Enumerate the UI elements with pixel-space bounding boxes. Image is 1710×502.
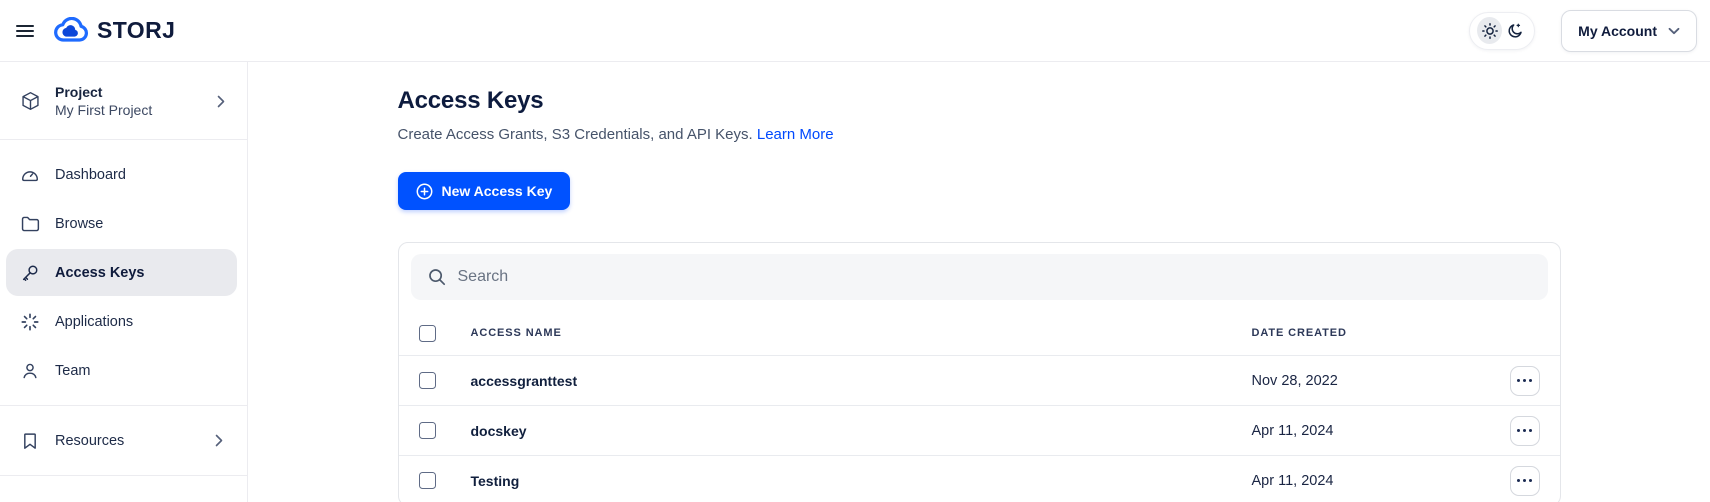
key-icon bbox=[22, 265, 38, 281]
sidebar-divider bbox=[0, 405, 247, 406]
access-name-cell: Testing bbox=[470, 472, 520, 489]
sidebar-item-label: Access Keys bbox=[55, 264, 145, 281]
sidebar-item-label: Dashboard bbox=[55, 166, 126, 183]
my-account-button[interactable]: My Account bbox=[1561, 9, 1697, 52]
learn-more-link[interactable]: Learn More bbox=[757, 126, 834, 143]
row-checkbox[interactable] bbox=[418, 372, 436, 389]
new-access-key-label: New Access Key bbox=[441, 183, 553, 199]
sidebar-item-access-keys[interactable]: Access Keys bbox=[6, 249, 237, 296]
access-keys-card: ACCESS NAME DATE CREATED accessgranttest… bbox=[397, 242, 1561, 502]
sidebar-item-dashboard[interactable]: Dashboard bbox=[6, 151, 237, 198]
table-row[interactable]: Testing Apr 11, 2024 bbox=[398, 455, 1560, 502]
my-account-label: My Account bbox=[1578, 22, 1657, 39]
column-header-access-name: ACCESS NAME bbox=[470, 327, 562, 339]
storj-logo[interactable]: STORJ bbox=[52, 17, 175, 44]
row-more-options-icon[interactable] bbox=[1509, 415, 1540, 446]
sidebar: Project My First Project Dashboard Brows… bbox=[0, 62, 248, 502]
folder-icon bbox=[21, 216, 40, 231]
new-access-key-button[interactable]: New Access Key bbox=[397, 172, 571, 210]
page-title: Access Keys bbox=[397, 87, 544, 114]
chevron-right-icon bbox=[217, 95, 225, 107]
sidebar-divider bbox=[0, 139, 247, 140]
logo-text: STORJ bbox=[97, 17, 176, 43]
theme-toggle bbox=[1469, 11, 1536, 50]
light-mode-sun-icon[interactable] bbox=[1477, 17, 1503, 44]
column-header-date-created: DATE CREATED bbox=[1251, 327, 1347, 339]
chevron-right-icon bbox=[215, 434, 223, 447]
project-label: Project bbox=[55, 84, 103, 100]
dashboard-gauge-icon bbox=[22, 170, 38, 181]
access-name-cell: docskey bbox=[470, 422, 527, 439]
table-row[interactable]: accessgranttest Nov 28, 2022 bbox=[398, 355, 1560, 405]
top-right-controls: My Account bbox=[1469, 9, 1697, 52]
sidebar-item-applications[interactable]: Applications bbox=[6, 298, 237, 345]
select-all-checkbox[interactable] bbox=[418, 324, 436, 342]
sidebar-item-team[interactable]: Team bbox=[6, 347, 237, 394]
team-person-icon bbox=[23, 363, 37, 378]
search-bar bbox=[399, 243, 1560, 311]
storj-cloud-icon bbox=[52, 17, 90, 44]
applications-burst-icon bbox=[21, 312, 39, 331]
date-created-cell: Apr 11, 2024 bbox=[1251, 472, 1334, 489]
bookmark-icon bbox=[24, 432, 36, 449]
sidebar-item-label: Resources bbox=[55, 432, 125, 449]
project-box-icon bbox=[20, 90, 41, 112]
dark-mode-moon-icon[interactable] bbox=[1502, 17, 1527, 44]
sidebar-item-resources[interactable]: Resources bbox=[6, 417, 237, 464]
sidebar-item-label: Browse bbox=[55, 215, 104, 232]
sidebar-item-browse[interactable]: Browse bbox=[6, 200, 237, 247]
chevron-down-icon bbox=[1668, 27, 1680, 34]
sidebar-item-label: Team bbox=[55, 362, 91, 379]
date-created-cell: Apr 11, 2024 bbox=[1251, 422, 1334, 439]
sidebar-divider bbox=[0, 475, 247, 476]
project-name: My First Project bbox=[55, 102, 153, 118]
row-checkbox[interactable] bbox=[418, 422, 436, 439]
row-checkbox[interactable] bbox=[418, 472, 436, 489]
search-input[interactable] bbox=[410, 254, 1548, 300]
page-subtitle: Create Access Grants, S3 Credentials, an… bbox=[397, 126, 834, 143]
brand-area: STORJ bbox=[8, 14, 175, 48]
access-name-cell: accessgranttest bbox=[470, 372, 578, 389]
row-more-options-icon[interactable] bbox=[1509, 465, 1540, 496]
hamburger-menu-icon[interactable] bbox=[8, 14, 42, 48]
sidebar-item-label: Applications bbox=[55, 313, 134, 330]
table-header-row: ACCESS NAME DATE CREATED bbox=[399, 311, 1560, 355]
table-row[interactable]: docskey Apr 11, 2024 bbox=[398, 405, 1560, 455]
plus-circle-icon bbox=[416, 183, 432, 199]
date-created-cell: Nov 28, 2022 bbox=[1251, 372, 1338, 389]
top-bar: STORJ My Account bbox=[0, 0, 1710, 62]
main-content: Access Keys Create Access Grants, S3 Cre… bbox=[248, 62, 1710, 502]
row-more-options-icon[interactable] bbox=[1509, 365, 1540, 396]
project-selector[interactable]: Project My First Project bbox=[6, 74, 237, 128]
